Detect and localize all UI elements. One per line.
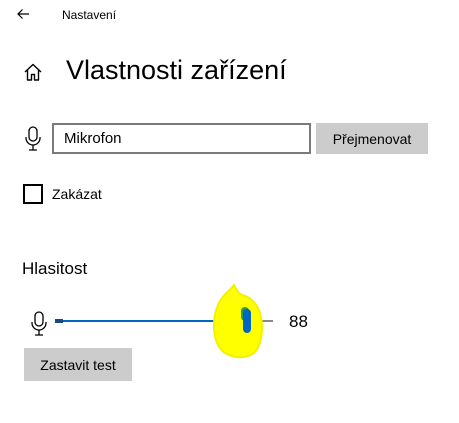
slider-fill bbox=[55, 320, 247, 322]
volume-slider[interactable] bbox=[55, 305, 273, 337]
microphone-icon bbox=[25, 126, 41, 151]
disable-checkbox-row[interactable]: Zakázat bbox=[23, 184, 102, 204]
volume-value: 88 bbox=[289, 312, 308, 331]
microphone-icon bbox=[31, 311, 47, 336]
app-title: Nastavení bbox=[62, 8, 117, 22]
page-title: Vlastnosti zařízení bbox=[66, 55, 287, 85]
title-bar: Nastavení bbox=[0, 0, 459, 32]
rename-button[interactable]: Přejmenovat bbox=[316, 123, 428, 154]
input-level-meter bbox=[55, 319, 63, 323]
back-arrow-icon bbox=[17, 9, 29, 19]
home-icon bbox=[24, 63, 42, 81]
disable-checkbox[interactable] bbox=[23, 184, 43, 204]
stop-test-button[interactable]: Zastavit test bbox=[24, 348, 132, 381]
volume-heading: Hlasitost bbox=[22, 259, 88, 278]
back-button[interactable] bbox=[12, 3, 34, 25]
disable-checkbox-label: Zakázat bbox=[52, 186, 102, 202]
settings-window: Nastavení Vlastnosti zařízení Přejmenova… bbox=[0, 0, 459, 423]
home-button[interactable] bbox=[22, 61, 44, 83]
slider-thumb[interactable] bbox=[242, 309, 251, 333]
device-name-input[interactable] bbox=[52, 123, 311, 154]
